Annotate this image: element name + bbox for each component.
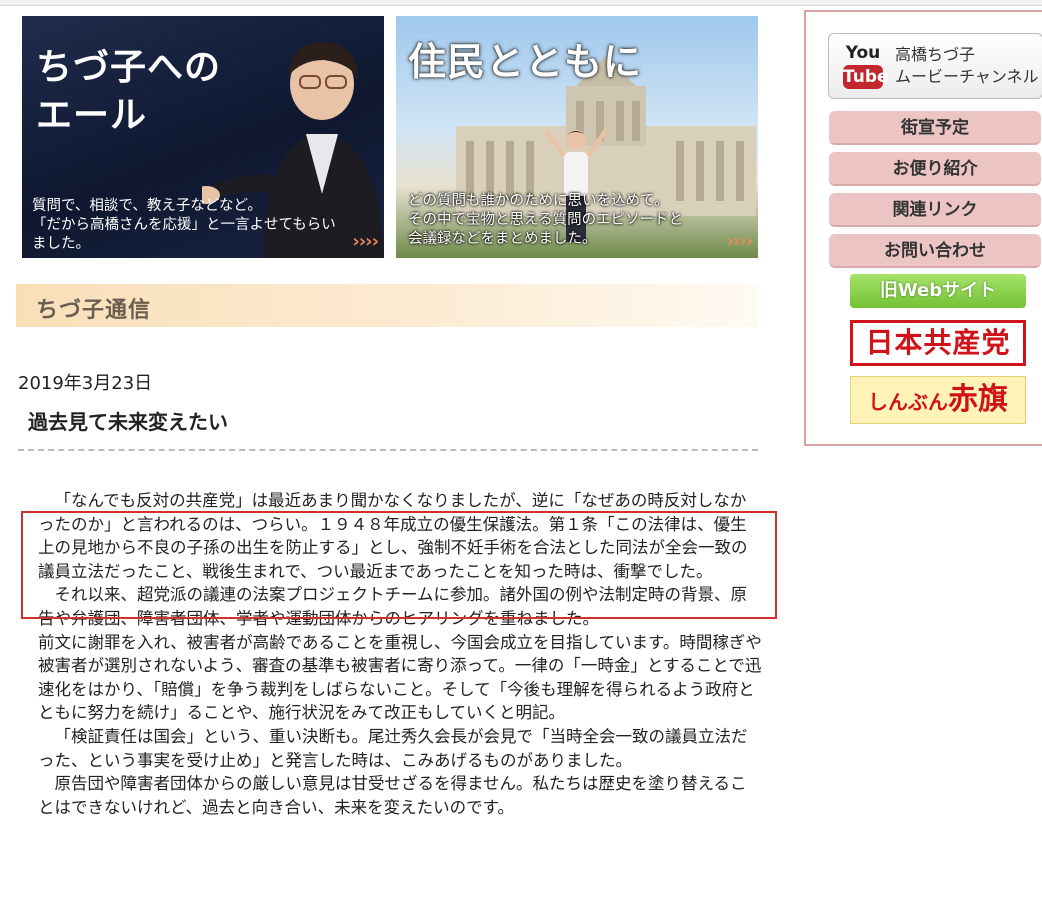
dashed-divider (18, 449, 758, 451)
section-title: ちづ子通信 (36, 298, 152, 323)
youtube-icon: You Tube (843, 43, 889, 89)
banner-with-residents[interactable]: 住民とともに どの質問も誰かのために思いを込めて。 その中で宝物と思える質問のエ… (396, 16, 758, 258)
banner-title: ちづ子への エール (36, 47, 222, 136)
section-header: ちづ子通信 (16, 284, 758, 327)
akahata-big-text: 赤旗 (948, 382, 1008, 417)
akahata-small-text: しんぶん (868, 390, 948, 414)
post-date: 2019年3月23日 (18, 373, 153, 394)
post-paragraph: 「検証責任は国会」という、重い決断も。尾辻秀久会長が会見で「当時全会一致の議員立… (38, 726, 748, 770)
top-divider (0, 0, 1042, 6)
nav-letters[interactable]: お便り紹介 (829, 152, 1041, 186)
akahata-banner-link[interactable]: しんぶん赤旗 (850, 376, 1026, 424)
post-paragraph: 原告団や障害者団体からの厳しい意見は甘受せざるを得ません。私たちは歴史を塗り替え… (38, 774, 747, 817)
jcp-banner-link[interactable]: 日本共産党 (850, 320, 1026, 366)
youtube-channel-button[interactable]: You Tube 高橋ちづ子 ムービーチャンネル (828, 33, 1042, 99)
highlight-annotation-box (21, 511, 777, 619)
youtube-logo-tube: Tube (843, 65, 889, 89)
nav-street-speech-schedule[interactable]: 街宣予定 (829, 111, 1041, 145)
banner-caption: どの質問も誰かのために思いを込めて。 その中で宝物と思える質問のエピソードと 会… (408, 193, 684, 247)
post-title: 過去見て未来変えたい (28, 410, 228, 434)
nav-related-links[interactable]: 関連リンク (829, 193, 1041, 227)
arrow-right-icon: ›››› (726, 231, 753, 252)
post-paragraph: 前文に謝罪を入れ、被害者が高齢であることを重視し、今国会成立を目指しています。時… (38, 632, 762, 723)
banner-caption: 質問で、相談で、教え子などなど。 「だから高橋さんを応援」と一言よせてもらい ま… (32, 198, 336, 252)
youtube-channel-label: 高橋ちづ子 ムービーチャンネル (895, 45, 1039, 86)
youtube-logo-you: You (845, 43, 881, 63)
banner-title: 住民とともに (408, 40, 643, 84)
arrow-right-icon: ›››› (352, 231, 379, 252)
old-website-button[interactable]: 旧Webサイト (850, 274, 1026, 308)
nav-contact[interactable]: お問い合わせ (829, 234, 1041, 268)
banner-cheer[interactable]: ちづ子への エール 質問で、相談で、教え子などなど。 「だから高橋さんを応援」と… (22, 16, 384, 258)
